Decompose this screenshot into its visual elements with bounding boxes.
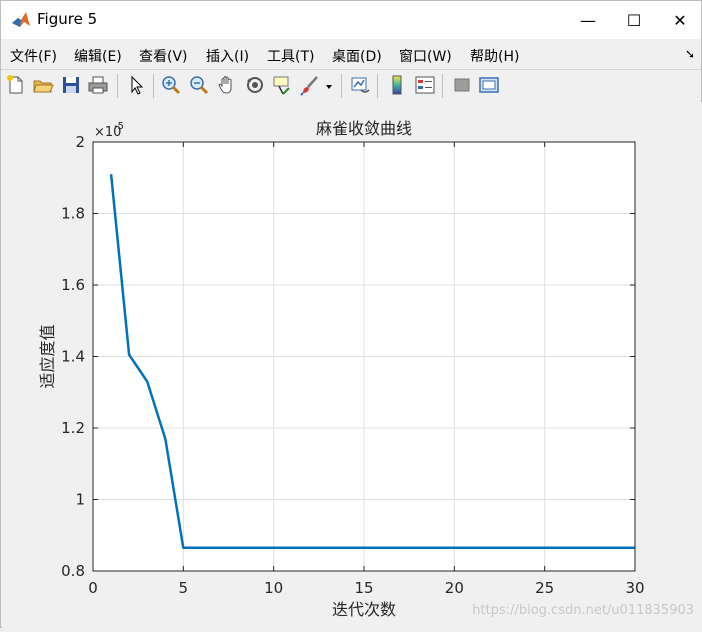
save-icon[interactable]: [60, 74, 82, 96]
menu-insert[interactable]: 插入(I): [206, 46, 249, 66]
new-file-icon[interactable]: [5, 74, 27, 96]
legend-icon[interactable]: [414, 74, 436, 96]
y-tick-label: 2: [75, 133, 85, 151]
title-bar[interactable]: Figure 5 — ☐ ✕: [1, 1, 701, 39]
rotate-3d-icon[interactable]: [244, 74, 266, 96]
x-tick-label: 10: [264, 579, 283, 597]
pan-hand-icon[interactable]: [216, 74, 238, 96]
y-axis-label: 适应度值: [38, 324, 57, 388]
x-tick-label: 30: [625, 579, 644, 597]
hide-plot-tools-icon[interactable]: [451, 74, 473, 96]
x-tick-label: 15: [354, 579, 373, 597]
x-tick-label: 5: [179, 579, 189, 597]
print-icon[interactable]: [87, 74, 109, 96]
convergence-chart: 0 5 10 15 20 25 300.811.21.41.61.82 麻雀收敛曲线 ×10…: [38, 119, 694, 619]
toolbar-separator: [341, 74, 342, 98]
brush-dropdown-icon[interactable]: [323, 74, 335, 96]
window-title: Figure 5: [37, 10, 98, 28]
toolbar-separator: [117, 74, 118, 98]
matlab-logo-icon: [11, 10, 31, 30]
link-plot-icon[interactable]: [349, 74, 371, 96]
menu-view[interactable]: 查看(V): [139, 46, 188, 66]
figure-window: Figure 5 — ☐ ✕ 文件(F) 编辑(E) 查看(V) 插入(I) 工…: [0, 0, 702, 628]
maximize-button[interactable]: ☐: [611, 1, 657, 39]
figure-canvas: 0 5 10 15 20 25 30 0.8 1 1.2 1.4 1.6 1.8 2 麻雀收敛曲线 ×10…: [2, 102, 702, 628]
x-axis-label: 迭代次数: [332, 600, 396, 619]
toolbar-separator: [377, 74, 378, 98]
y-tick-label: 1.4: [61, 348, 85, 366]
x-tick-label: 20: [445, 579, 464, 597]
open-folder-icon[interactable]: [32, 74, 54, 96]
menu-overflow-icon[interactable]: ➘: [685, 47, 695, 61]
menu-bar: 文件(F) 编辑(E) 查看(V) 插入(I) 工具(T) 桌面(D) 窗口(W…: [1, 41, 701, 67]
minimize-icon: —: [580, 10, 596, 30]
close-button[interactable]: ✕: [657, 1, 702, 39]
zoom-in-icon[interactable]: [160, 74, 182, 96]
toolbar-separator: [153, 74, 154, 98]
x-tick-label: 0: [88, 579, 98, 597]
maximize-icon: ☐: [626, 10, 642, 30]
y-tick-label: 1.2: [61, 419, 85, 437]
y-axis-exponent-power: -5: [114, 121, 124, 132]
y-tick-label: 0.8: [61, 562, 85, 580]
toolbar-separator: [442, 74, 443, 98]
figure-toolbar: [1, 69, 701, 103]
menu-help[interactable]: 帮助(H): [470, 46, 519, 66]
menu-desktop[interactable]: 桌面(D): [332, 46, 382, 66]
chart-title: 麻雀收敛曲线: [316, 119, 412, 138]
menu-file[interactable]: 文件(F): [10, 46, 57, 66]
y-tick-label: 1: [75, 491, 85, 509]
colorbar-icon[interactable]: [386, 74, 408, 96]
y-tick-label: 1.8: [61, 205, 85, 223]
minimize-button[interactable]: —: [565, 1, 611, 39]
watermark: https://blog.csdn.net/u011835903: [472, 603, 694, 618]
menu-window[interactable]: 窗口(W): [399, 46, 452, 66]
data-cursor-icon[interactable]: [271, 74, 293, 96]
x-tick-label: 25: [535, 579, 554, 597]
show-plot-tools-icon[interactable]: [478, 74, 500, 96]
zoom-out-icon[interactable]: [188, 74, 210, 96]
menu-edit[interactable]: 编辑(E): [74, 46, 122, 66]
brush-icon[interactable]: [299, 74, 321, 96]
menu-tools[interactable]: 工具(T): [267, 46, 314, 66]
close-icon: ✕: [673, 10, 687, 30]
y-tick-label: 1.6: [61, 276, 85, 294]
pointer-icon[interactable]: [125, 74, 147, 96]
